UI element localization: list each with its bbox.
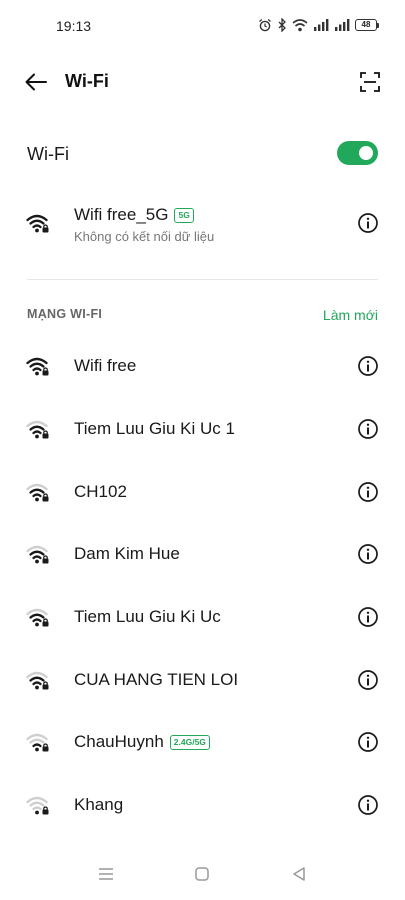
app-bar: Wi-Fi xyxy=(0,60,405,104)
wifi-toggle-label: Wi-Fi xyxy=(27,144,69,164)
network-name: ChauHuynh 2.4G/5G xyxy=(74,732,210,752)
network-name-text: CUA HANG TIEN LOI xyxy=(74,670,239,689)
network-name-text: Wifi free_5G xyxy=(74,205,169,224)
network-name: Wifi free_5G 5G xyxy=(74,205,194,225)
signal-icon xyxy=(314,19,329,31)
network-item[interactable]: Wifi free xyxy=(0,335,405,395)
network-name: Tiem Luu Giu Ki Uc 1 xyxy=(74,419,235,439)
network-item[interactable]: CH102 xyxy=(0,461,405,521)
wifi-lock-icon xyxy=(26,545,49,564)
network-name: Dam Kim Hue xyxy=(74,544,180,564)
network-item[interactable]: ChauHuynh 2.4G/5G xyxy=(0,711,405,771)
wifi-lock-icon xyxy=(26,420,49,439)
home-button[interactable] xyxy=(190,862,214,886)
menu-icon xyxy=(99,868,113,880)
navigation-bar xyxy=(0,848,405,900)
info-icon[interactable] xyxy=(357,669,379,691)
menu-button[interactable] xyxy=(94,862,118,886)
network-name: CH102 xyxy=(74,482,127,502)
network-name-text: Khang xyxy=(74,795,124,814)
page-title: Wi-Fi xyxy=(65,71,109,91)
home-icon xyxy=(195,867,209,881)
network-item[interactable]: Tiem Luu Giu Ki Uc xyxy=(0,586,405,646)
network-name-text: ChauHuynh xyxy=(74,732,164,751)
battery-level: 48 xyxy=(355,19,377,31)
network-status: Không có kết nối dữ liệu xyxy=(74,229,215,244)
band-badge: 5G xyxy=(174,207,194,223)
status-time: 19:13 xyxy=(56,18,92,34)
signal-icon-2 xyxy=(335,19,350,31)
wifi-toggle-row[interactable]: Wi-Fi xyxy=(0,130,405,178)
info-icon[interactable] xyxy=(357,794,379,816)
wifi-toggle-switch[interactable] xyxy=(337,141,378,165)
wifi-lock-icon xyxy=(26,483,49,502)
scan-icon xyxy=(360,72,380,92)
wifi-lock-icon xyxy=(26,733,49,752)
back-triangle-icon xyxy=(293,867,305,881)
network-name: Tiem Luu Giu Ki Uc xyxy=(74,607,221,627)
network-item[interactable]: Dam Kim Hue xyxy=(0,523,405,583)
info-icon[interactable] xyxy=(357,481,379,503)
info-icon[interactable] xyxy=(357,212,379,234)
wifi-lock-icon xyxy=(26,608,49,627)
wifi-lock-icon xyxy=(26,671,49,690)
wifi-lock-icon xyxy=(26,796,49,815)
network-name-text: Wifi free xyxy=(74,356,137,375)
bluetooth-icon xyxy=(278,18,286,32)
status-bar: 19:13 48 xyxy=(0,0,405,52)
info-icon[interactable] xyxy=(357,731,379,753)
network-name-text: Tiem Luu Giu Ki Uc 1 xyxy=(74,419,235,438)
wifi-lock-icon xyxy=(26,357,49,376)
wifi-status-icon xyxy=(292,19,308,32)
network-item[interactable]: Tiem Luu Giu Ki Uc 1 xyxy=(0,398,405,458)
connected-network[interactable]: Wifi free_5G 5G Không có kết nối dữ liệu xyxy=(0,196,405,256)
network-name-text: CH102 xyxy=(74,482,127,501)
alarm-icon xyxy=(259,19,271,32)
info-icon[interactable] xyxy=(357,606,379,628)
network-name: Wifi free xyxy=(74,356,136,376)
network-item[interactable]: Khang xyxy=(0,774,405,834)
toggle-knob xyxy=(359,146,373,160)
status-icons: 48 xyxy=(258,18,379,32)
network-name: CUA HANG TIEN LOI xyxy=(74,670,238,690)
network-name: Khang xyxy=(74,795,123,815)
back-nav-button[interactable] xyxy=(287,862,311,886)
wifi-lock-icon xyxy=(26,214,49,233)
section-header: MẠNG WI-FI xyxy=(27,307,103,321)
network-name-text: Tiem Luu Giu Ki Uc xyxy=(74,607,221,626)
info-icon[interactable] xyxy=(357,543,379,565)
network-item[interactable]: CUA HANG TIEN LOI xyxy=(0,649,405,709)
refresh-button[interactable]: Làm mới xyxy=(323,307,378,323)
back-button[interactable] xyxy=(20,68,52,96)
scan-qr-button[interactable] xyxy=(357,69,383,95)
info-icon[interactable] xyxy=(357,418,379,440)
back-arrow-icon xyxy=(25,73,47,91)
battery-icon: 48 xyxy=(355,19,379,31)
divider xyxy=(27,279,378,280)
band-badge: 2.4G/5G xyxy=(169,734,210,750)
info-icon[interactable] xyxy=(357,355,379,377)
network-name-text: Dam Kim Hue xyxy=(74,544,180,563)
